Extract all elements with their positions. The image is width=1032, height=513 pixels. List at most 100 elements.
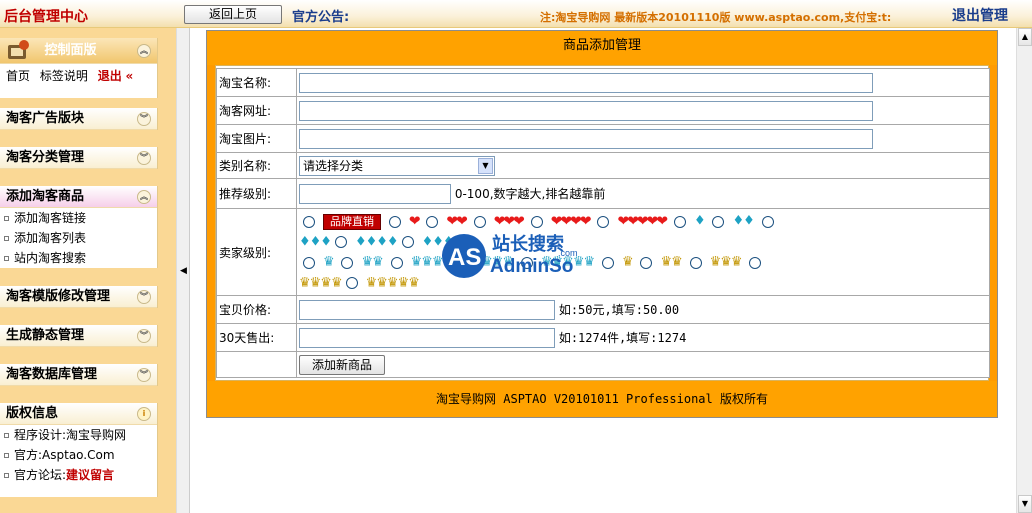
brand-tag: 品牌直销 xyxy=(323,213,381,230)
label-price: 宝贝价格: xyxy=(216,295,297,324)
category-select[interactable]: 请选择分类 ▼ xyxy=(299,155,495,176)
notice-label: 官方公告: xyxy=(292,10,350,25)
form-frame: 商品添加管理 淘宝名称: 淘客网址: 淘宝图片: 类别名称: 请选择分类 ▼ 推荐级… xyxy=(206,30,998,418)
seller-radio[interactable] xyxy=(334,236,347,248)
panel-title-control: 控制面版 xyxy=(44,43,97,58)
panel-database: 淘客数据库管理 ︾ xyxy=(0,364,158,386)
panel-title-copyright: 版权信息 xyxy=(6,406,59,421)
label-seller: 卖家级别: xyxy=(216,208,297,296)
url-input[interactable] xyxy=(299,100,873,121)
panel-header-ads[interactable]: 淘客广告版块 ︾ xyxy=(0,108,157,130)
blue-crown-icon: ♛♛ xyxy=(361,254,383,270)
seller-radio[interactable] xyxy=(601,256,614,269)
collapse-left-icon[interactable]: ◀ xyxy=(180,266,187,276)
seller-radio[interactable] xyxy=(390,256,403,269)
link-tag-help[interactable]: 标签说明 xyxy=(40,69,88,83)
label-name: 淘宝名称: xyxy=(216,68,297,97)
expand-icon[interactable]: ︾ xyxy=(137,368,151,382)
expand-icon[interactable]: ︾ xyxy=(137,112,151,126)
suggestion-link[interactable]: 建议留言 xyxy=(66,468,114,482)
panel-title-static: 生成静态管理 xyxy=(6,328,85,343)
back-button[interactable]: 返回上页 xyxy=(184,5,282,24)
collapse-icon[interactable]: ︽ xyxy=(137,190,151,204)
image-input[interactable] xyxy=(299,128,873,149)
form-title: 商品添加管理 xyxy=(207,31,997,65)
scroll-down-icon[interactable]: ▼ xyxy=(1018,495,1032,513)
panel-copyright: 版权信息 i 程序设计:淘宝导购网 官方:Asptao.Com 官方论坛:建议留言 xyxy=(0,403,158,497)
notice-marquee: 注:淘宝导购网 最新版本20101110版 www.asptao.com,支付宝… xyxy=(540,11,892,24)
price-hint: 如:50元,填写:50.00 xyxy=(558,302,680,317)
brand-title: 后台管理中心 xyxy=(4,9,88,25)
panel-category: 淘客分类管理 ︾ xyxy=(0,147,158,169)
panel-add-goods: 添加淘客商品 ︽ 添加淘客链接 添加淘客列表 站内淘客搜索 xyxy=(0,186,158,268)
sidebar-item-add-list[interactable]: 添加淘客列表 xyxy=(4,228,157,248)
vertical-scrollbar[interactable]: ▲ ▼ xyxy=(1016,28,1032,513)
seller-radio[interactable] xyxy=(749,256,762,269)
seller-radio[interactable] xyxy=(341,256,354,269)
copyright-forum[interactable]: 官方论坛:建议留言 xyxy=(4,465,157,485)
label-category: 类别名称: xyxy=(216,152,297,179)
seller-radio[interactable] xyxy=(450,256,463,269)
sidebar-splitter[interactable]: ◀ xyxy=(176,28,190,513)
seller-radio[interactable] xyxy=(345,277,358,289)
sales-input[interactable] xyxy=(299,327,555,348)
seller-radio[interactable] xyxy=(473,215,486,228)
control-links: 首页 标签说明 退出 « xyxy=(0,64,157,88)
expand-icon[interactable]: ︾ xyxy=(137,151,151,165)
gold-crown-icon: ♛♛ xyxy=(660,254,682,270)
expand-icon[interactable]: ︾ xyxy=(137,290,151,304)
label-sales: 30天售出: xyxy=(216,323,297,352)
diamond-icon: ♦♦♦♦ xyxy=(354,234,399,249)
heart-icon: ❤ xyxy=(408,213,421,230)
expand-icon[interactable]: ︾ xyxy=(137,329,151,343)
dropdown-arrow-icon: ▼ xyxy=(478,157,493,174)
add-goods-table: 淘宝名称: 淘客网址: 淘宝图片: 类别名称: 请选择分类 ▼ 推荐级别: 0-10… xyxy=(216,68,990,378)
seller-radio[interactable] xyxy=(761,215,774,228)
seller-radio[interactable] xyxy=(673,215,686,228)
sidebar-item-site-search[interactable]: 站内淘客搜索 xyxy=(4,248,157,268)
collapse-icon[interactable]: ︽ xyxy=(137,44,151,58)
seller-radio[interactable] xyxy=(712,215,725,228)
label-rank: 推荐级别: xyxy=(216,178,297,209)
panel-header-control[interactable]: 控制面版 ︽ xyxy=(0,38,157,64)
seller-level-options: 品牌直销 ❤ ❤❤ ❤❤❤ ❤❤❤❤ ❤❤❤❤❤ ♦ ♦♦ ♦♦♦ ♦♦♦♦ ♦♦♦… xyxy=(296,208,990,296)
panel-header-database[interactable]: 淘客数据库管理 ︾ xyxy=(0,364,157,386)
seller-radio[interactable] xyxy=(426,215,439,228)
logout-link[interactable]: 退出管理 xyxy=(952,5,1008,25)
panel-title-template: 淘客模版修改管理 xyxy=(6,289,111,304)
link-home[interactable]: 首页 xyxy=(6,69,30,83)
scroll-up-icon[interactable]: ▲ xyxy=(1018,28,1032,46)
seller-radio[interactable] xyxy=(689,256,702,269)
seller-radio[interactable] xyxy=(388,215,401,228)
rank-hint: 0-100,数字越大,排名越靠前 xyxy=(454,186,606,201)
seller-radio[interactable] xyxy=(640,256,653,269)
panel-header-copyright: 版权信息 i xyxy=(0,403,157,425)
seller-radio[interactable] xyxy=(401,236,414,248)
panel-static: 生成静态管理 ︾ xyxy=(0,325,158,347)
diamond-icon: ♦♦♦ xyxy=(299,234,332,249)
heart-icon: ❤❤❤ xyxy=(493,213,525,230)
gold-crown-icon: ♛♛♛ xyxy=(709,254,743,270)
copyright-official[interactable]: 官方:Asptao.Com xyxy=(4,445,157,465)
name-input[interactable] xyxy=(299,72,873,93)
panel-header-static[interactable]: 生成静态管理 ︾ xyxy=(0,325,157,347)
seller-radio[interactable] xyxy=(303,215,315,228)
link-exit[interactable]: 退出 xyxy=(98,69,122,83)
label-image: 淘宝图片: xyxy=(216,124,297,153)
add-goods-button[interactable]: 添加新商品 xyxy=(299,354,386,375)
rank-input[interactable] xyxy=(299,183,451,204)
panel-header-category[interactable]: 淘客分类管理 ︾ xyxy=(0,147,157,169)
diamond-icon: ♦♦ xyxy=(732,213,754,229)
seller-radio[interactable] xyxy=(597,215,610,228)
seller-radio[interactable] xyxy=(530,215,543,228)
seller-radio[interactable] xyxy=(520,256,533,269)
sidebar-item-add-link[interactable]: 添加淘客链接 xyxy=(4,208,157,228)
panel-template: 淘客模版修改管理 ︾ xyxy=(0,286,158,308)
panel-header-add-goods[interactable]: 添加淘客商品 ︽ xyxy=(0,186,157,208)
blue-crown-icon: ♛♛♛♛ xyxy=(470,254,514,270)
price-input[interactable] xyxy=(299,299,555,320)
control-panel-icon xyxy=(4,39,32,63)
info-icon: i xyxy=(137,407,151,421)
panel-header-template[interactable]: 淘客模版修改管理 ︾ xyxy=(0,286,157,308)
seller-radio[interactable] xyxy=(303,256,315,269)
